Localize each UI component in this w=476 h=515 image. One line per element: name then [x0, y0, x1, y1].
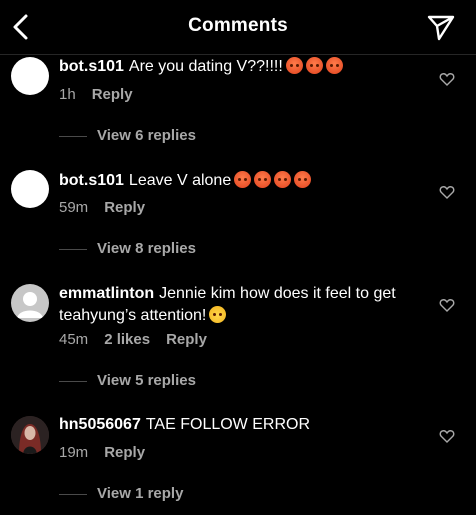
view-replies-button[interactable]: View 8 replies	[59, 240, 196, 257]
divider-line	[59, 135, 87, 137]
comment-body: Leave V alone	[128, 172, 232, 189]
comment-body: Are you dating V??!!!!	[128, 58, 283, 75]
comment-text: hn5056067 TAE FOLLOW ERROR	[59, 414, 429, 436]
view-replies-label: View 5 replies	[97, 372, 196, 389]
comment-text: bot.s101 Leave V alone	[59, 170, 429, 192]
send-icon[interactable]	[425, 12, 457, 42]
comment-username[interactable]: hn5056067	[59, 416, 141, 433]
heart-icon[interactable]	[439, 297, 455, 313]
angry-face-emoji	[305, 57, 323, 74]
avatar[interactable]	[11, 416, 49, 454]
comment-time: 45m	[59, 331, 89, 348]
angry-face-emoji	[294, 171, 312, 188]
view-replies-label: View 8 replies	[97, 240, 196, 257]
reply-button[interactable]: Reply	[166, 331, 207, 348]
comment-username[interactable]: bot.s101	[59, 172, 124, 189]
comment-body: TAE FOLLOW ERROR	[145, 416, 311, 433]
comment-meta: 45m 2 likes Reply	[59, 331, 223, 348]
angry-face-emoji	[274, 171, 292, 188]
reply-button[interactable]: Reply	[104, 199, 145, 216]
view-replies-label: View 6 replies	[97, 127, 196, 144]
avatar[interactable]	[11, 170, 49, 208]
avatar[interactable]	[11, 284, 49, 322]
reply-button[interactable]: Reply	[104, 444, 145, 461]
comment-time: 19m	[59, 444, 89, 461]
angry-face-emoji	[254, 171, 272, 188]
avatar[interactable]	[11, 57, 49, 95]
default-avatar-icon	[17, 292, 43, 318]
heart-icon[interactable]	[439, 184, 455, 200]
comment-meta: 59m Reply	[59, 199, 161, 216]
angry-face-emoji	[325, 57, 343, 74]
upside-down-face-emoji	[209, 306, 227, 323]
comment-meta: 1h Reply	[59, 86, 149, 103]
comment-meta: 19m Reply	[59, 444, 161, 461]
comment-username[interactable]: emmatlinton	[59, 285, 154, 302]
comment-username[interactable]: bot.s101	[59, 58, 124, 75]
heart-icon[interactable]	[439, 428, 455, 444]
comment-time: 1h	[59, 86, 76, 103]
reply-button[interactable]: Reply	[92, 86, 133, 103]
view-replies-button[interactable]: View 5 replies	[59, 372, 196, 389]
angry-face-emoji	[234, 171, 252, 188]
angry-face-emoji	[285, 57, 303, 74]
comment-text: emmatlinton Jennie kim how does it feel t…	[59, 283, 429, 327]
view-replies-button[interactable]: View 1 reply	[59, 485, 183, 502]
divider-line	[59, 380, 87, 382]
view-replies-button[interactable]: View 6 replies	[59, 127, 196, 144]
heart-icon[interactable]	[439, 71, 455, 87]
profile-photo	[11, 416, 49, 454]
comment-time: 59m	[59, 199, 89, 216]
divider-line	[59, 248, 87, 250]
comment-text: bot.s101 Are you dating V??!!!!	[59, 56, 429, 78]
page-title: Comments	[188, 15, 288, 36]
view-replies-label: View 1 reply	[97, 485, 184, 502]
comments-header: Comments	[0, 0, 476, 55]
divider-line	[59, 493, 87, 495]
comment-likes[interactable]: 2 likes	[104, 331, 150, 348]
